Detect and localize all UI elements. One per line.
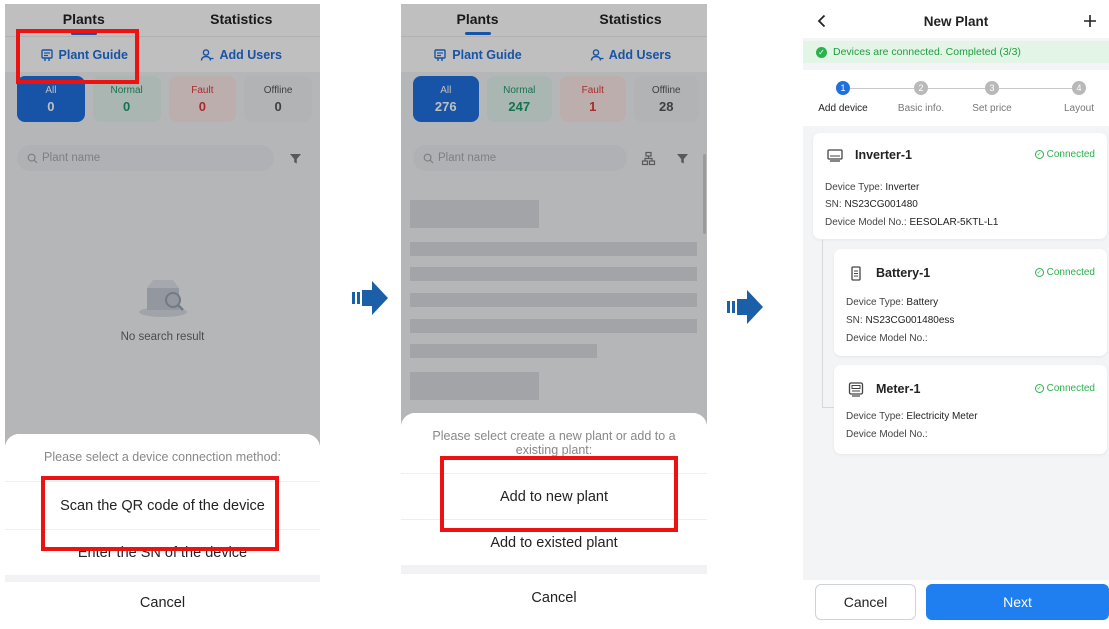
device-model-line: Device Model No.: — [846, 333, 928, 344]
footer-actions: Cancel Next — [803, 580, 1109, 624]
step-connector — [928, 88, 985, 89]
check-circle-icon: ✓ — [1034, 268, 1044, 277]
device-type-value: Battery — [906, 297, 939, 308]
device-type-value: Inverter — [885, 182, 920, 193]
back-chevron-icon[interactable] — [815, 14, 829, 28]
step-connector — [999, 88, 1072, 89]
device-model-line: Device Model No.: — [846, 429, 928, 440]
connected-status: ✓ Connected — [1034, 267, 1095, 278]
sheet-title: Please select a device connection method… — [5, 434, 320, 481]
device-model-label: Device Model No.: — [846, 429, 928, 440]
device-type-line: Device Type: Inverter — [825, 182, 919, 193]
connected-label: Connected — [1046, 383, 1095, 394]
step-3-label: Set price — [972, 103, 1012, 114]
step-indicator: 1 2 3 4 Add device Basic info. Set price… — [803, 70, 1109, 126]
step-connector — [850, 88, 914, 89]
device-model-label: Device Model No.: — [846, 333, 928, 344]
device-type-label: Device Type: — [846, 411, 904, 422]
check-circle-icon: ✓ — [816, 46, 827, 58]
cancel-button[interactable]: Cancel — [815, 584, 916, 620]
page-title: New Plant — [923, 13, 989, 29]
device-sn-line: SN: NS23CG001480 — [825, 199, 918, 210]
step-2-label: Basic info. — [897, 103, 945, 114]
plus-icon[interactable] — [1083, 14, 1097, 28]
highlight-add-new-plant — [440, 456, 678, 532]
step-4-label: Layout — [1063, 103, 1095, 114]
arrow-right-icon — [352, 281, 388, 315]
connection-banner: ✓ Devices are connected. Completed (3/3) — [803, 41, 1109, 63]
device-card-meter[interactable]: Meter-1 ✓ Connected Device Type: Electric… — [834, 365, 1107, 454]
battery-icon — [851, 266, 861, 281]
step-3-dot: 3 — [985, 81, 999, 95]
new-plant-header: New Plant — [803, 4, 1109, 38]
device-name: Inverter-1 — [855, 148, 912, 162]
step-4-dot: 4 — [1072, 81, 1086, 95]
banner-text: Devices are connected. Completed (3/3) — [833, 46, 1021, 58]
meter-icon — [848, 382, 864, 397]
device-name: Meter-1 — [876, 382, 921, 396]
device-sn-label: SN: — [825, 199, 842, 210]
device-type-line: Device Type: Battery — [846, 297, 938, 308]
step-1-label: Add device — [818, 103, 868, 114]
device-type-line: Device Type: Electricity Meter — [846, 411, 978, 422]
device-model-line: Device Model No.: EESOLAR-5KTL-L1 — [825, 217, 998, 228]
highlight-scan-qr — [41, 476, 279, 551]
check-circle-icon: ✓ — [1034, 150, 1044, 159]
device-sn-value: NS23CG001480ess — [865, 315, 955, 326]
connected-label: Connected — [1046, 149, 1095, 160]
sheet-cancel-button[interactable]: Cancel — [401, 574, 707, 624]
arrow-right-icon — [727, 290, 763, 324]
step-2-dot: 2 — [914, 81, 928, 95]
plants-screen-empty: Plants Statistics Plant Guide Add Users … — [5, 4, 320, 624]
check-circle-icon: ✓ — [1034, 384, 1044, 393]
connected-label: Connected — [1046, 267, 1095, 278]
device-sn-value: NS23CG001480 — [844, 199, 918, 210]
device-type-value: Electricity Meter — [906, 411, 978, 422]
device-type-label: Device Type: — [846, 297, 904, 308]
device-model-label: Device Model No.: — [825, 217, 907, 228]
device-header: Battery-1 — [848, 265, 930, 281]
device-sn-label: SN: — [846, 315, 863, 326]
device-tree-line — [822, 240, 823, 408]
plants-screen-list: Plants Statistics Plant Guide Add Users … — [401, 4, 707, 624]
device-header: Meter-1 — [848, 381, 920, 397]
device-name: Battery-1 — [876, 266, 931, 280]
device-card-inverter[interactable]: Inverter-1 ✓ Connected Device Type: Inver… — [813, 133, 1107, 239]
inverter-icon — [827, 149, 843, 162]
device-model-value: EESOLAR-5KTL-L1 — [909, 217, 999, 228]
highlight-plant-guide — [16, 29, 139, 84]
new-plant-screen: New Plant ✓ Devices are connected. Compl… — [803, 4, 1109, 624]
device-sn-line: SN: NS23CG001480ess — [846, 315, 954, 326]
device-header: Inverter-1 — [827, 147, 912, 163]
device-card-battery[interactable]: Battery-1 ✓ Connected Device Type: Batter… — [834, 249, 1107, 356]
connected-status: ✓ Connected — [1034, 149, 1095, 160]
connected-status: ✓ Connected — [1034, 383, 1095, 394]
sheet-cancel-button[interactable]: Cancel — [5, 582, 320, 624]
device-tree-line — [822, 407, 834, 408]
next-button[interactable]: Next — [926, 584, 1109, 620]
device-type-label: Device Type: — [825, 182, 883, 193]
step-1-dot: 1 — [836, 81, 850, 95]
